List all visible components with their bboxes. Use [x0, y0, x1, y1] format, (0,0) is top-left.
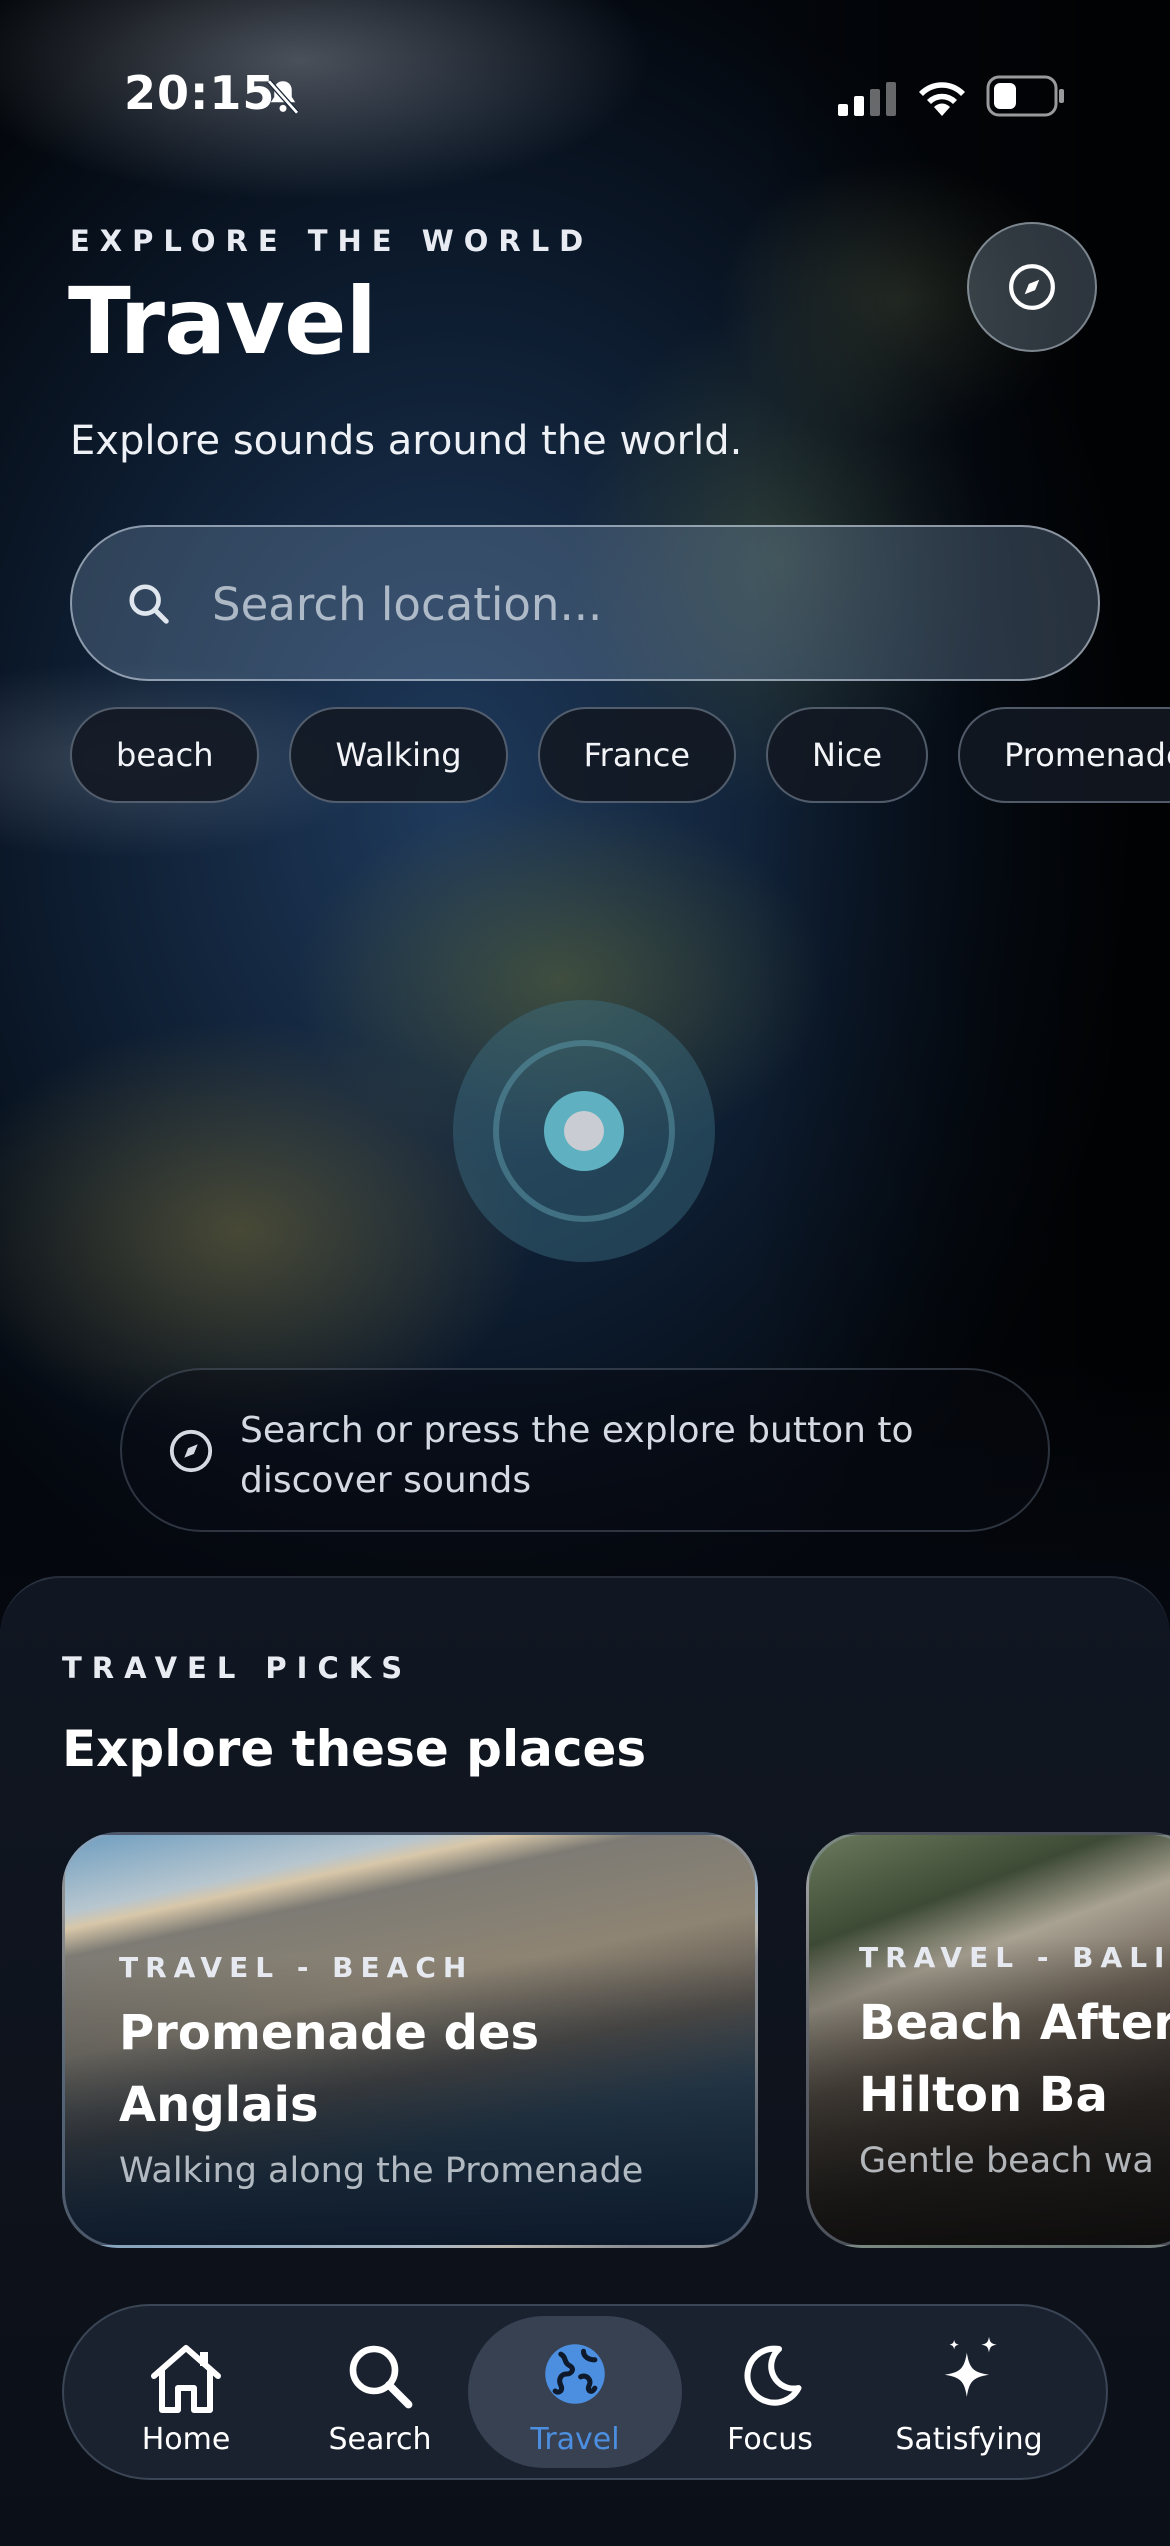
nav-label-focus: Focus: [727, 2422, 813, 2457]
nav-label-travel: Travel: [530, 2422, 620, 2457]
nav-label-home: Home: [141, 2422, 231, 2457]
explore-button[interactable]: [967, 222, 1097, 352]
search-icon: [349, 2345, 413, 2409]
chip-beach[interactable]: beach: [70, 707, 260, 803]
travel-card[interactable]: TRAVEL - BALI Beach After the Hilton Ba …: [806, 1832, 1170, 2248]
bell-muted-icon: [262, 76, 304, 122]
page-subtitle: Explore sounds around the world.: [70, 418, 743, 464]
globe-icon: [545, 2344, 605, 2404]
status-time: 20:15: [124, 66, 276, 120]
page-title: Travel: [68, 268, 377, 375]
status-bar: 20:15: [0, 60, 1170, 130]
house-icon: [151, 2345, 221, 2413]
picks-eyebrow: TRAVEL PICKS: [62, 1651, 413, 1685]
nav-label-search: Search: [328, 2422, 432, 2457]
search-input[interactable]: [210, 563, 1034, 645]
card-title: Promenade des Anglais: [119, 2005, 540, 2133]
explore-hint: Search or press the explore button to di…: [120, 1368, 1050, 1532]
bottom-nav: Home Search Travel Focus Satisfying: [62, 2304, 1108, 2480]
wifi-icon: [914, 74, 970, 122]
card-subtitle: Gentle beach wa: [859, 2141, 1154, 2181]
nav-travel[interactable]: Travel: [505, 2306, 645, 2478]
location-marker[interactable]: [453, 1000, 715, 1262]
nav-satisfying[interactable]: Satisfying: [894, 2306, 1044, 2478]
chip-france[interactable]: France: [537, 707, 736, 803]
card-category: TRAVEL - BEACH: [119, 1951, 474, 1984]
battery-icon: [986, 75, 1066, 121]
picks-title: Explore these places: [62, 1720, 647, 1778]
search-bar[interactable]: [70, 525, 1100, 681]
chip-nice[interactable]: Nice: [766, 707, 929, 803]
chip-walking[interactable]: Walking: [289, 707, 508, 803]
tag-chips: beach Walking France Nice Promenade: [70, 707, 1170, 807]
nav-search[interactable]: Search: [310, 2306, 450, 2478]
card-title: Beach After the Hilton Ba: [859, 1995, 1170, 2123]
chip-promenade[interactable]: Promenade: [958, 707, 1170, 803]
search-icon: [126, 581, 172, 631]
travel-card[interactable]: TRAVEL - BEACH Promenade des Anglais Wal…: [62, 1832, 758, 2248]
signal-icon: [838, 82, 898, 120]
sparkles-icon: [944, 2336, 997, 2397]
hint-text: Search or press the explore button to di…: [240, 1410, 914, 1501]
nav-focus[interactable]: Focus: [700, 2306, 840, 2478]
compass-icon: [168, 1428, 214, 1478]
nav-label-satisfying: Satisfying: [895, 2422, 1043, 2457]
compass-icon: [1009, 264, 1055, 310]
nav-home[interactable]: Home: [116, 2306, 256, 2478]
card-category: TRAVEL - BALI: [859, 1941, 1170, 1974]
card-subtitle: Walking along the Promenade: [119, 2151, 644, 2191]
page-eyebrow: EXPLORE THE WORLD: [70, 224, 594, 258]
moon-icon: [744, 2345, 802, 2406]
